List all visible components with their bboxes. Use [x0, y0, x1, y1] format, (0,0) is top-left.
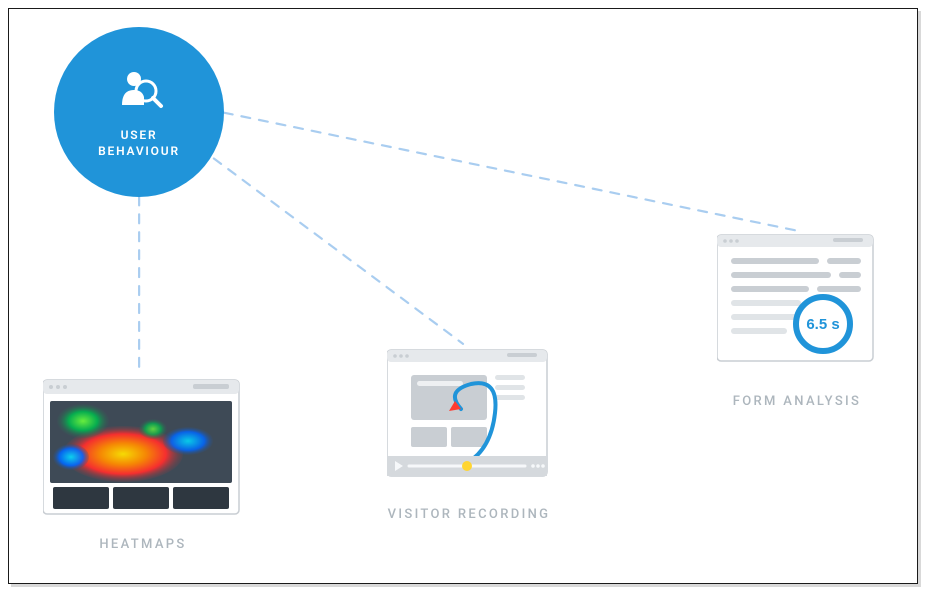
hub-label-line2: BEHAVIOUR: [98, 143, 180, 159]
user-magnify-icon: [114, 65, 164, 119]
hub-label: USER BEHAVIOUR: [98, 127, 180, 159]
diagram-frame: USER BEHAVIOUR: [8, 8, 918, 584]
form-analysis-card: 6.5 s: [717, 234, 877, 378]
heatmaps-card: [43, 379, 243, 523]
user-behaviour-hub: USER BEHAVIOUR: [54, 27, 224, 197]
heatmaps-label: HEATMAPS: [33, 537, 253, 552]
form-badge-value: 6.5 s: [806, 316, 839, 333]
visitor-recording-label: VISITOR RECORDING: [359, 507, 579, 522]
form-analysis-label: FORM ANALYSIS: [687, 394, 907, 409]
hub-label-line1: USER: [98, 127, 180, 143]
visitor-recording-card: [387, 349, 552, 493]
